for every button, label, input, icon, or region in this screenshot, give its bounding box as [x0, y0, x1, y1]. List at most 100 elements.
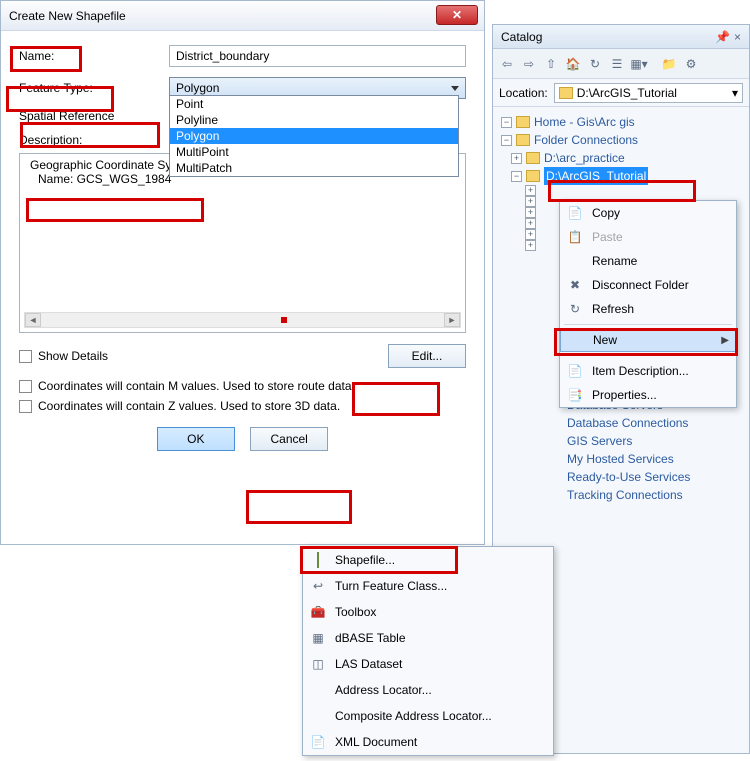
tree-hosted[interactable]: My Hosted Services	[567, 450, 674, 468]
scroll-left-icon[interactable]: ◄	[25, 313, 41, 327]
z-values-label: Coordinates will contain Z values. Used …	[38, 399, 340, 413]
expand-icon[interactable]: +	[511, 153, 522, 164]
close-button[interactable]: ✕	[436, 5, 478, 25]
red-dot-marker	[281, 317, 287, 323]
ctx-disconnect[interactable]: ✖Disconnect Folder	[560, 273, 736, 297]
back-icon[interactable]: ⇦	[497, 54, 517, 74]
spatial-reference-label: Spatial Reference	[19, 109, 169, 123]
feature-type-label: Feature Type:	[19, 81, 169, 95]
new-composite-address-locator[interactable]: Composite Address Locator...	[303, 703, 553, 729]
expand-icon[interactable]: +	[525, 196, 536, 207]
ctx-properties[interactable]: 📑Properties...	[560, 383, 736, 407]
ctx-rename[interactable]: Rename	[560, 249, 736, 273]
refresh-icon: ↻	[566, 302, 584, 316]
tree-gis-servers[interactable]: GIS Servers	[567, 432, 632, 450]
folder-icon	[516, 134, 530, 146]
show-details-label: Show Details	[38, 349, 108, 363]
chevron-down-icon: ▾	[732, 86, 738, 100]
new-turn-feature-class[interactable]: ↩Turn Feature Class...	[303, 573, 553, 599]
expand-icon[interactable]: −	[501, 117, 512, 128]
expand-icon[interactable]: +	[525, 185, 536, 196]
las-icon: ◫	[309, 657, 327, 671]
feature-type-selected: Polygon	[176, 81, 219, 95]
ctx-copy[interactable]: 📄Copy	[560, 201, 736, 225]
option-polyline[interactable]: Polyline	[170, 112, 458, 128]
tree-r2u[interactable]: Ready-to-Use Services	[567, 468, 690, 486]
close-panel-icon[interactable]: ×	[734, 30, 741, 44]
name-input[interactable]	[169, 45, 466, 67]
ctx-refresh[interactable]: ↻Refresh	[560, 297, 736, 321]
description-box: Geographic Coordinate System: Name: GCS_…	[19, 153, 466, 333]
refresh-icon[interactable]: ↻	[585, 54, 605, 74]
xml-icon: 📄	[309, 735, 327, 749]
location-label: Location:	[499, 86, 548, 100]
cancel-button[interactable]: Cancel	[250, 427, 328, 451]
new-submenu: Shapefile... ↩Turn Feature Class... 🧰Too…	[302, 546, 554, 756]
folder-icon	[559, 87, 573, 99]
option-multipatch[interactable]: MultiPatch	[170, 160, 458, 176]
tree-home[interactable]: Home - Gis\Arc gis	[534, 113, 635, 131]
chevron-down-icon	[451, 86, 459, 91]
expand-icon[interactable]: −	[501, 135, 512, 146]
pin-icon[interactable]: 📌	[715, 30, 730, 44]
tree-folder-connections[interactable]: Folder Connections	[534, 131, 638, 149]
toolbox-icon: 🧰	[309, 605, 327, 619]
expand-icon[interactable]: +	[525, 229, 536, 240]
create-shapefile-dialog: Create New Shapefile ✕ Name: Feature Typ…	[0, 0, 485, 545]
forward-icon[interactable]: ⇨	[519, 54, 539, 74]
show-details-checkbox[interactable]	[19, 350, 32, 363]
catalog-titlebar[interactable]: Catalog 📌 ×	[493, 25, 749, 49]
z-values-checkbox[interactable]	[19, 400, 32, 413]
toggle-tree-icon[interactable]: ☰	[607, 54, 627, 74]
option-point[interactable]: Point	[170, 96, 458, 112]
tree-arc-practice[interactable]: D:\arc_practice	[544, 149, 625, 167]
horizontal-scrollbar[interactable]: ◄ ►	[24, 312, 461, 328]
option-polygon[interactable]: Polygon	[170, 128, 458, 144]
folder-icon	[526, 152, 540, 164]
expand-icon[interactable]: +	[525, 207, 536, 218]
tree-db-conn[interactable]: Database Connections	[567, 414, 688, 432]
catalog-title: Catalog	[501, 30, 542, 44]
expand-icon[interactable]: +	[525, 218, 536, 229]
tree-tracking[interactable]: Tracking Connections	[567, 486, 683, 504]
feature-type-dropdown[interactable]: Point Polyline Polygon MultiPoint MultiP…	[169, 95, 459, 177]
m-values-label: Coordinates will contain M values. Used …	[38, 379, 355, 393]
location-combo[interactable]: D:\ArcGIS_Tutorial ▾	[554, 83, 743, 103]
new-las-dataset[interactable]: ◫LAS Dataset	[303, 651, 553, 677]
name-label: Name:	[19, 49, 169, 63]
home-icon[interactable]: 🏠	[563, 54, 583, 74]
ctx-item-description[interactable]: 📄Item Description...	[560, 359, 736, 383]
properties-icon: 📑	[566, 388, 584, 402]
ok-button[interactable]: OK	[157, 427, 235, 451]
connect-folder-icon[interactable]: 📁	[659, 54, 679, 74]
location-value: D:\ArcGIS_Tutorial	[577, 86, 677, 100]
submenu-arrow-icon: ▶	[721, 335, 729, 346]
ctx-new[interactable]: New▶	[560, 328, 736, 352]
catalog-toolbar: ⇦ ⇨ ⇧ 🏠 ↻ ☰ ▦▾ 📁 ⚙	[493, 49, 749, 79]
disconnect-icon: ✖	[566, 278, 584, 292]
new-xml-document[interactable]: 📄XML Document	[303, 729, 553, 755]
turn-fc-icon: ↩	[309, 579, 327, 593]
document-icon: 📄	[566, 364, 584, 378]
shapefile-icon	[317, 552, 319, 568]
new-shapefile[interactable]: Shapefile...	[303, 547, 553, 573]
dialog-titlebar[interactable]: Create New Shapefile ✕	[1, 1, 484, 31]
catalog-context-menu: 📄Copy 📋Paste Rename ✖Disconnect Folder ↻…	[559, 200, 737, 408]
list-view-icon[interactable]: ▦▾	[629, 54, 649, 74]
new-address-locator[interactable]: Address Locator...	[303, 677, 553, 703]
scroll-right-icon[interactable]: ►	[444, 313, 460, 327]
gear-icon[interactable]: ⚙	[681, 54, 701, 74]
edit-button[interactable]: Edit...	[388, 344, 466, 368]
tree-arcgis-tutorial[interactable]: D:\ArcGIS_Tutorial	[544, 167, 648, 185]
new-dbase-table[interactable]: ▦dBASE Table	[303, 625, 553, 651]
ctx-paste: 📋Paste	[560, 225, 736, 249]
option-multipoint[interactable]: MultiPoint	[170, 144, 458, 160]
m-values-checkbox[interactable]	[19, 380, 32, 393]
up-icon[interactable]: ⇧	[541, 54, 561, 74]
copy-icon: 📄	[566, 206, 584, 220]
expand-icon[interactable]: −	[511, 171, 522, 182]
expand-icon[interactable]: +	[525, 240, 536, 251]
folder-icon	[526, 170, 540, 182]
table-icon: ▦	[309, 631, 327, 645]
new-toolbox[interactable]: 🧰Toolbox	[303, 599, 553, 625]
